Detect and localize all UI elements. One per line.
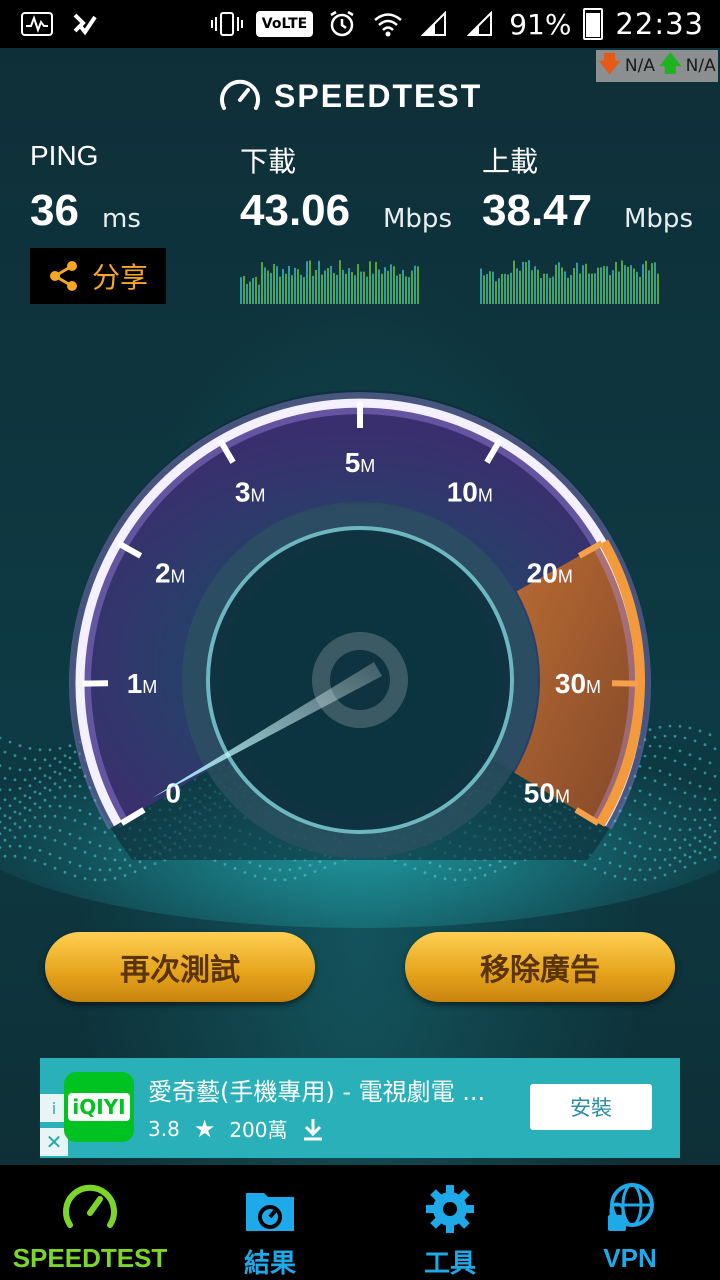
ad-app-logo-text: iQIYI	[68, 1093, 130, 1121]
bottom-nav: SPEEDTEST 結果 工具 VPN	[0, 1165, 720, 1280]
ad-banner[interactable]: i ✕ iQIYI 愛奇藝(手機專用) - 電視劇電 ... 3.8 ★ 200…	[40, 1058, 680, 1158]
nav-vpn[interactable]: VPN	[540, 1165, 720, 1280]
nav-results-label: 結果	[243, 1249, 296, 1279]
logo-text: SPEEDTEST	[274, 77, 483, 114]
download-unit: Mbps	[383, 204, 452, 234]
network-rate-indicator: 🡇 N/A 🡅 N/A	[596, 50, 718, 82]
volte-badge: VoLTE	[255, 11, 314, 37]
ping-value: 36	[30, 186, 79, 235]
download-label: 下載	[240, 145, 297, 178]
nav-speedtest-label: SPEEDTEST	[12, 1243, 168, 1273]
speedometer-icon	[63, 1184, 117, 1228]
gear-icon	[426, 1185, 474, 1233]
down-arrow-icon: 🡇	[598, 52, 621, 77]
ad-meta: 3.8 ★ 200萬	[148, 1114, 324, 1143]
ad-app-logo: iQIYI	[64, 1072, 134, 1142]
app-logo: SPEEDTEST	[218, 76, 482, 116]
up-arrow-icon: 🡅	[659, 52, 682, 77]
status-bar: VoLTE 91% 22:33	[0, 0, 720, 48]
speedtest-logo-icon	[220, 79, 260, 110]
up-rate-text: N/A	[685, 56, 716, 76]
remove-ads-button[interactable]: 移除廣告	[405, 932, 675, 1002]
clock: 22:33	[615, 7, 704, 41]
share-label: 分享	[91, 261, 148, 294]
share-button[interactable]: 分享	[30, 248, 166, 304]
vpn-globe-lock-icon	[608, 1183, 654, 1231]
activity-monitor-icon	[20, 11, 54, 37]
retest-button[interactable]: 再次測試	[45, 932, 315, 1002]
nav-speedtest[interactable]: SPEEDTEST	[0, 1165, 180, 1280]
speed-gauge: 01M2M3M5M10M20M30M50M	[69, 390, 651, 860]
upload-label: 上載	[482, 145, 539, 178]
alarm-icon	[325, 10, 359, 37]
share-icon	[49, 261, 77, 291]
results-folder-icon	[246, 1193, 294, 1231]
nav-results[interactable]: 結果	[180, 1165, 360, 1280]
vibrate-icon	[210, 11, 244, 37]
signal-sim2-icon	[463, 11, 497, 37]
ad-install-button[interactable]: 安裝	[530, 1084, 652, 1130]
upload-unit: Mbps	[624, 204, 693, 234]
upload-graph	[480, 260, 659, 304]
wifi-icon	[371, 11, 405, 37]
ad-title: 愛奇藝(手機專用) - 電視劇電 ...	[148, 1078, 486, 1106]
download-arrow-icon	[303, 1118, 322, 1140]
download-graph	[240, 260, 419, 304]
ad-rating: 3.8	[148, 1116, 180, 1141]
upload-value: 38.47	[482, 186, 593, 235]
ad-downloads: 200萬	[229, 1118, 288, 1142]
down-rate-text: N/A	[624, 56, 655, 76]
nav-tools[interactable]: 工具	[360, 1165, 540, 1280]
ping-label: PING	[30, 140, 99, 171]
star-icon: ★	[193, 1114, 216, 1143]
nav-tools-label: 工具	[423, 1249, 476, 1279]
ping-unit: ms	[102, 204, 141, 234]
battery-percent: 91%	[509, 7, 572, 41]
nav-vpn-label: VPN	[603, 1243, 657, 1273]
battery-icon	[583, 8, 604, 40]
download-value: 43.06	[240, 186, 351, 235]
signal-sim1-icon	[417, 11, 451, 37]
task-check-icon	[68, 11, 102, 37]
